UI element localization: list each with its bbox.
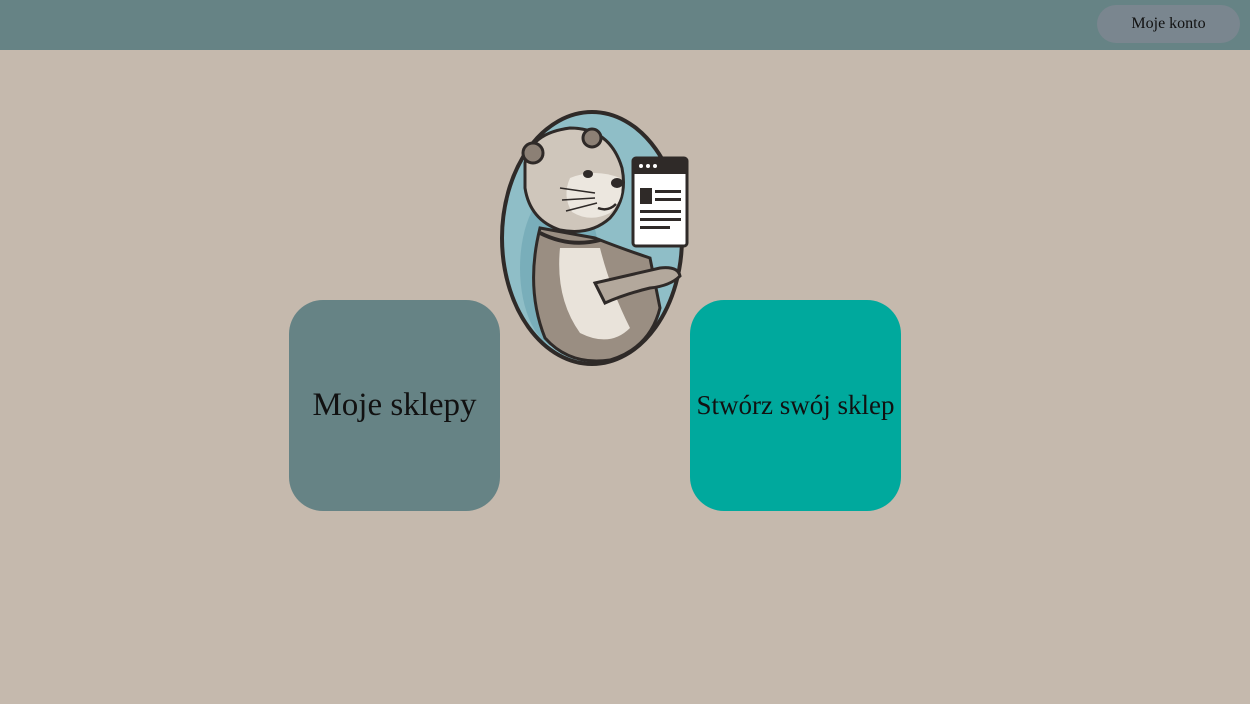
otter-mascot-icon xyxy=(500,110,689,366)
my-shops-label: Moje sklepy xyxy=(312,387,477,423)
top-bar: Moje konto xyxy=(0,0,1250,50)
create-shop-tile[interactable]: Stwórz swój sklep xyxy=(690,300,901,511)
my-account-button[interactable]: Moje konto xyxy=(1097,5,1240,43)
create-shop-label: Stwórz swój sklep xyxy=(696,390,895,420)
my-shops-tile[interactable]: Moje sklepy xyxy=(289,300,500,511)
